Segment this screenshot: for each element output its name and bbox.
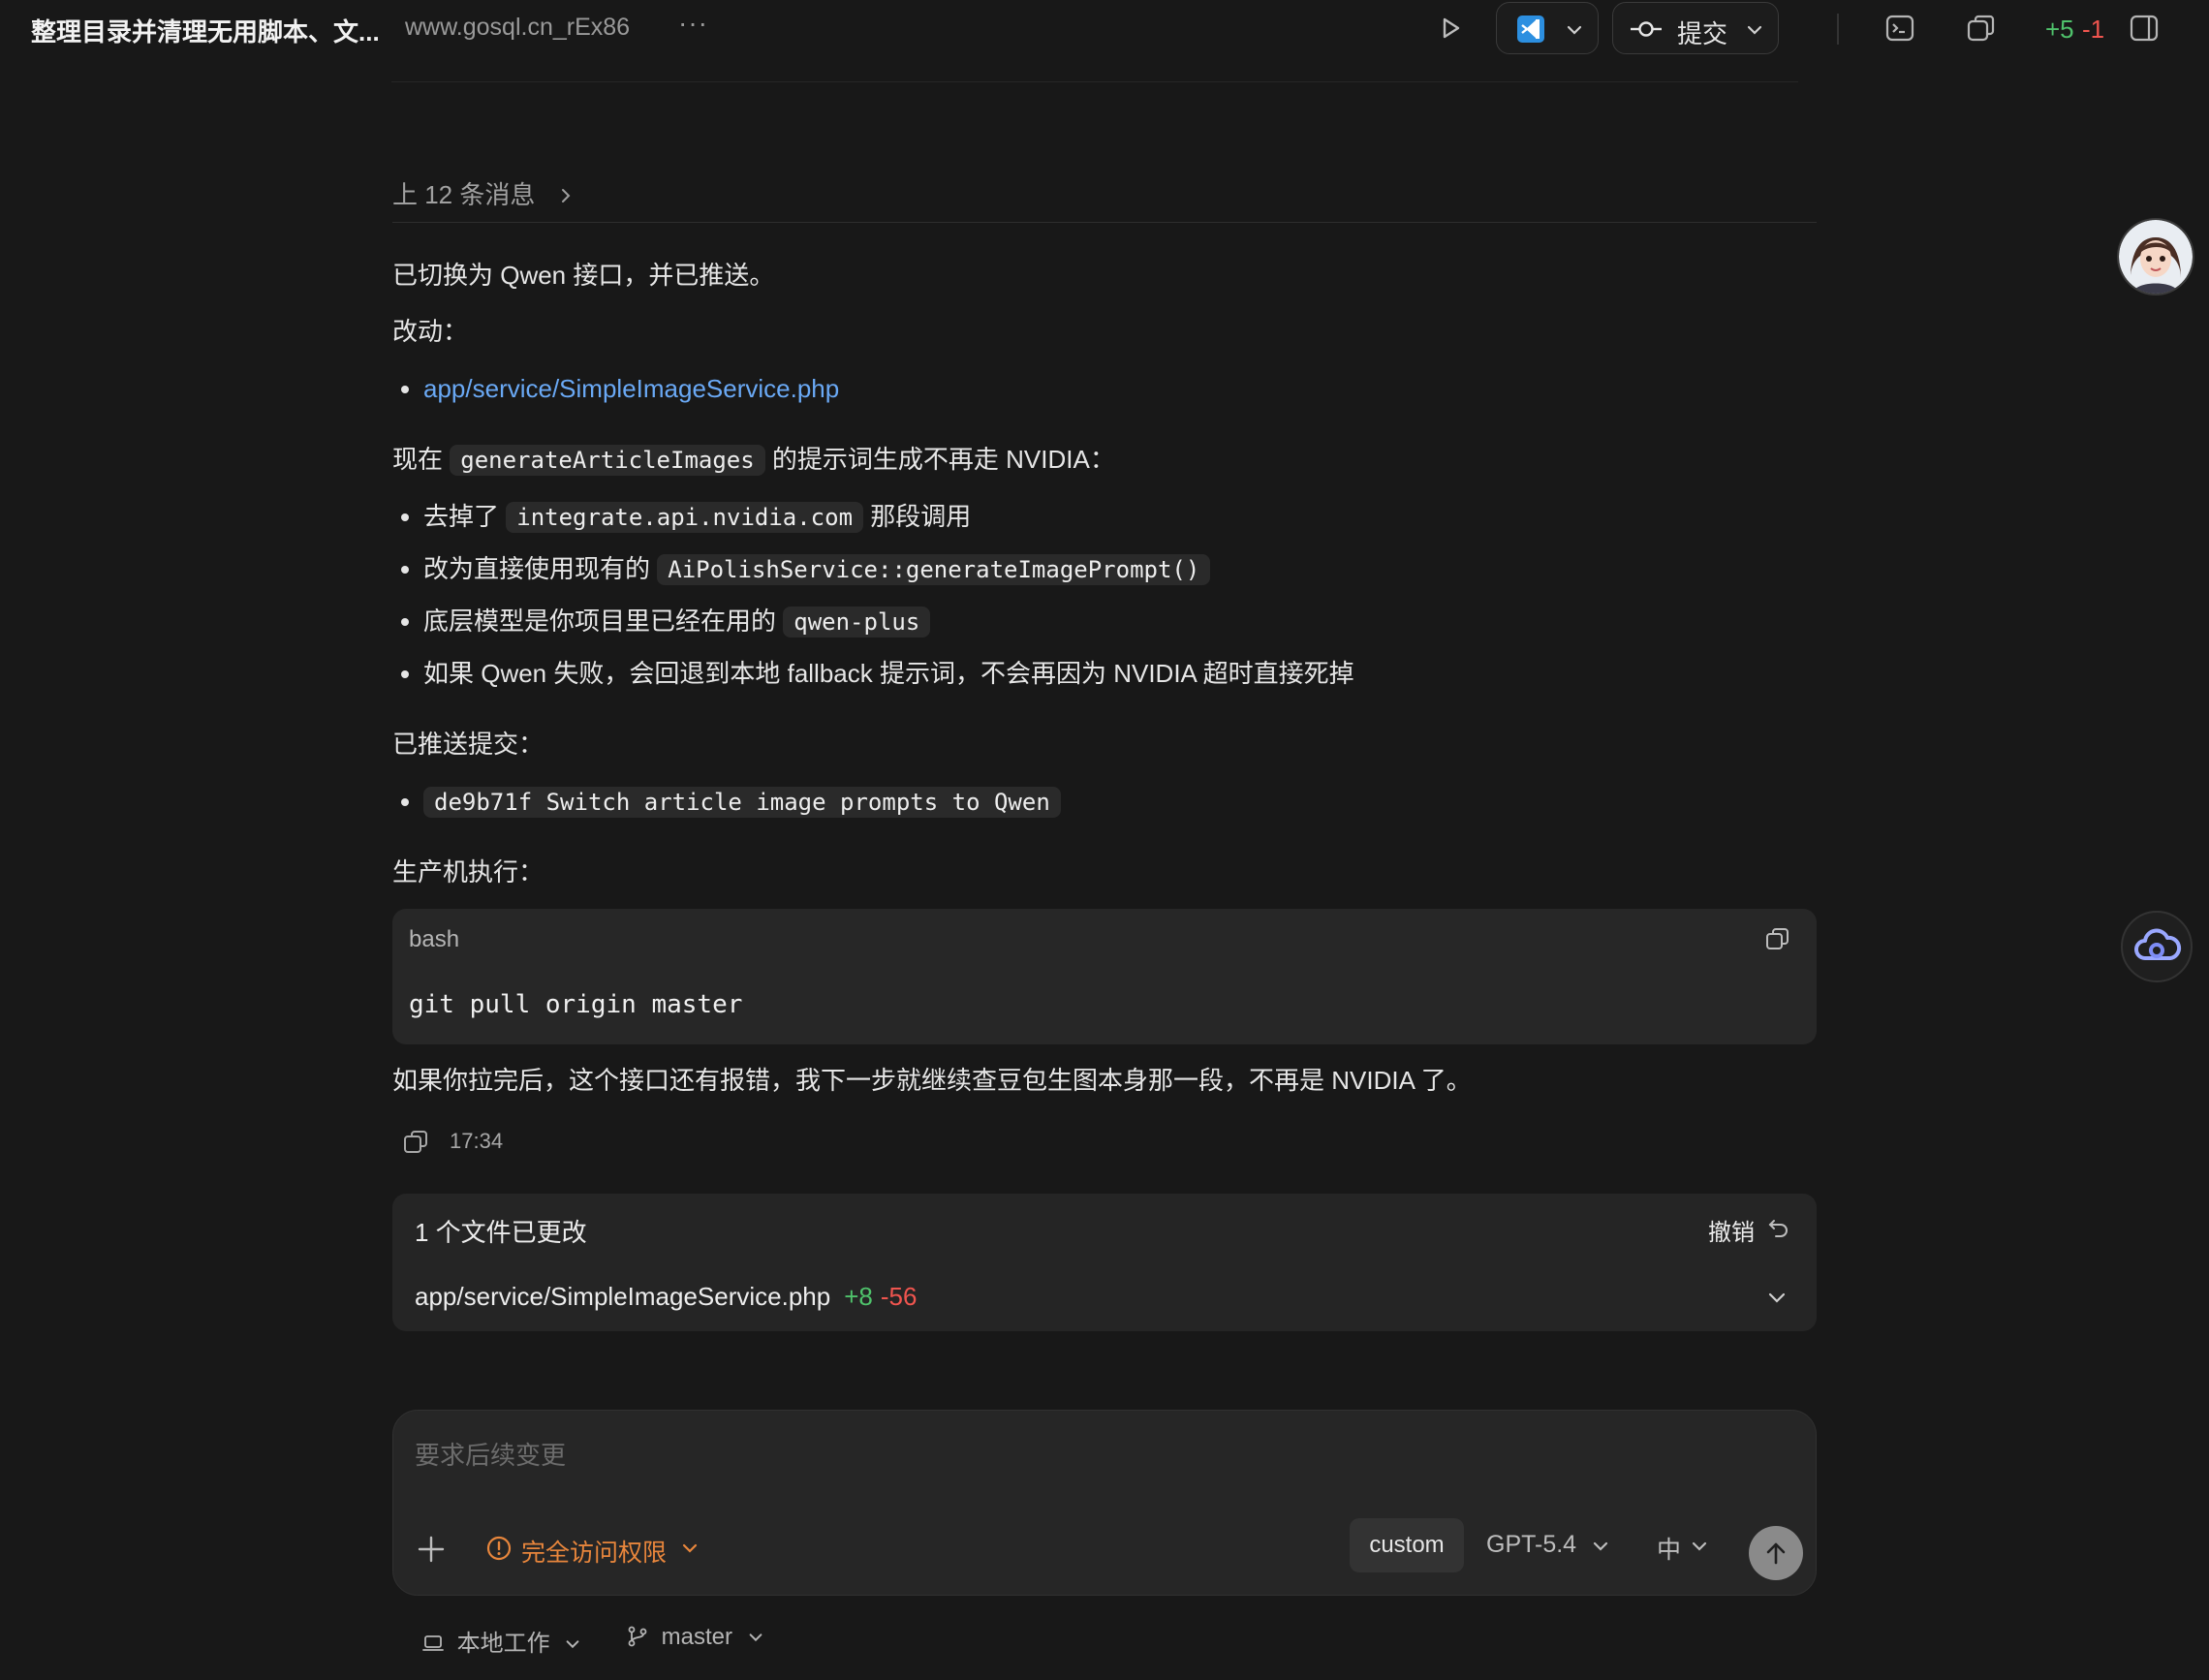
- list-item: 如果 Qwen 失败，会回退到本地 fallback 提示词，不会再因为 NVI…: [392, 656, 1354, 691]
- text: 的提示词生成不再走 NVIDIA：: [771, 445, 1115, 474]
- custom-mode-button[interactable]: custom: [1350, 1518, 1464, 1572]
- file-added-count: +8: [844, 1282, 873, 1311]
- inline-code: qwen-plus: [783, 607, 931, 638]
- previous-messages-label: 上 12 条消息: [392, 180, 536, 209]
- vscode-icon: [1517, 16, 1544, 43]
- pushed-heading: 已推送提交：: [392, 730, 544, 759]
- text: 底层模型是你项目里已经在用的: [423, 607, 777, 636]
- file-link[interactable]: app/service/SimpleImageService.php: [423, 374, 839, 403]
- permission-label: 完全访问权限: [521, 1540, 668, 1567]
- inline-code: generateArticleImages: [450, 445, 765, 476]
- chevron-down-icon[interactable]: [1591, 1537, 1610, 1556]
- open-in-editor-button[interactable]: [1496, 2, 1599, 54]
- text: 现在: [392, 445, 444, 474]
- message-paragraph: 如果你拉完后，这个接口还有报错，我下一步就继续查豆包生图本身那一段，不再是 NV…: [392, 1066, 1472, 1095]
- commit-label: 提交: [1677, 19, 1728, 48]
- effort-selector[interactable]: 中: [1657, 1531, 1681, 1566]
- changed-file-name: app/service/SimpleImageService.php: [415, 1282, 831, 1311]
- text: 如果 Qwen 失败，会回退到本地 fallback 提示词，不会再因为 NVI…: [423, 659, 1354, 688]
- branch-dropdown[interactable]: master: [626, 1624, 764, 1651]
- text: 改为直接使用现有的: [423, 554, 651, 583]
- previous-messages-toggle[interactable]: 上 12 条消息: [392, 175, 576, 211]
- exec-heading: 生产机执行：: [392, 857, 544, 887]
- assistant-avatar[interactable]: [2117, 218, 2194, 296]
- list-item: 底层模型是你项目里已经在用的 qwen-plus: [392, 604, 931, 639]
- top-bar: 整理目录并清理无用脚本、文... www.gosql.cn_rEx86 ··· …: [0, 0, 2209, 58]
- thread-title[interactable]: 整理目录并清理无用脚本、文...: [31, 13, 380, 48]
- list-item: 改为直接使用现有的 AiPolishService::generateImage…: [392, 551, 1211, 587]
- list-item: 去掉了 integrate.api.nvidia.com 那段调用: [392, 499, 971, 535]
- commit-button[interactable]: 提交: [1612, 2, 1779, 54]
- ellipsis-icon[interactable]: ···: [678, 8, 708, 39]
- branch-label: master: [661, 1624, 733, 1650]
- composer: 要求后续变更 完全访问权限 custom GPT-5.4 中: [392, 1410, 1817, 1596]
- text: 那段调用: [870, 502, 972, 531]
- cloud-icon: [2134, 928, 2182, 960]
- inline-code: de9b71f Switch article image prompts to …: [423, 787, 1061, 818]
- workspace-label: 本地工作: [456, 1631, 550, 1657]
- laptop-icon: [422, 1635, 444, 1651]
- chevron-down-icon: [1747, 25, 1762, 35]
- chevron-down-icon[interactable]: [1764, 1285, 1789, 1310]
- run-icon[interactable]: [1434, 12, 1467, 45]
- text: 去掉了: [423, 502, 500, 531]
- code-block: bash git pull origin master: [392, 909, 1817, 1044]
- chevron-down-icon: [682, 1543, 698, 1553]
- send-button[interactable]: [1749, 1526, 1803, 1580]
- commit-icon: [1631, 21, 1662, 37]
- message-paragraph: 现在 generateArticleImages 的提示词生成不再走 NVIDI…: [392, 442, 1115, 478]
- avatar-icon: [2119, 220, 2193, 294]
- code-language: bash: [409, 926, 460, 952]
- terminal-icon[interactable]: [1883, 12, 1916, 45]
- toggle-sidebar-icon[interactable]: [2128, 12, 2161, 45]
- changed-files-card: 1 个文件已更改 撤销 app/service/SimpleImageServi…: [392, 1194, 1817, 1331]
- arrow-up-icon: [1766, 1542, 1786, 1565]
- inline-code: AiPolishService::generateImagePrompt(): [657, 554, 1211, 585]
- chevron-down-icon: [566, 1640, 579, 1649]
- undo-button[interactable]: 撤销: [1708, 1213, 1755, 1247]
- copy-icon[interactable]: [1764, 925, 1791, 952]
- divider: [392, 222, 1817, 223]
- changed-file-row[interactable]: app/service/SimpleImageService.php +8 -56: [415, 1282, 917, 1312]
- list-item: app/service/SimpleImageService.php: [392, 371, 839, 406]
- add-attachment-icon[interactable]: [417, 1535, 446, 1564]
- chevron-down-icon[interactable]: [1690, 1537, 1709, 1556]
- changes-heading: 改动：: [392, 317, 469, 346]
- chevron-right-icon: [561, 189, 571, 202]
- model-selector[interactable]: GPT-5.4: [1486, 1531, 1576, 1559]
- message-input[interactable]: 要求后续变更: [415, 1436, 566, 1472]
- file-removed-count: -56: [880, 1282, 918, 1311]
- code-command: git pull origin master: [409, 990, 743, 1019]
- message-timestamp: 17:34: [450, 1129, 504, 1153]
- list-item: de9b71f Switch article image prompts to …: [392, 784, 1061, 820]
- inline-code: integrate.api.nvidia.com: [506, 502, 864, 533]
- diff-removed-count[interactable]: -1: [2082, 15, 2104, 45]
- undo-icon[interactable]: [1766, 1215, 1791, 1240]
- chevron-down-icon: [1567, 25, 1582, 35]
- warning-icon: [486, 1536, 512, 1561]
- diff-added-count[interactable]: +5: [2045, 15, 2074, 45]
- windows-icon[interactable]: [1965, 12, 1998, 45]
- cloud-sync-button[interactable]: [2121, 911, 2193, 982]
- toolbar-divider: [1837, 14, 1839, 45]
- project-name[interactable]: www.gosql.cn_rEx86: [405, 14, 630, 42]
- copy-icon[interactable]: [402, 1127, 431, 1156]
- workspace-dropdown[interactable]: 本地工作: [421, 1624, 581, 1658]
- chevron-down-icon: [749, 1633, 762, 1642]
- header-divider: [391, 81, 1798, 82]
- git-branch-icon: [628, 1626, 647, 1647]
- message-paragraph: 已切换为 Qwen 接口，并已推送。: [392, 261, 775, 290]
- changed-files-header: 1 个文件已更改: [415, 1218, 587, 1247]
